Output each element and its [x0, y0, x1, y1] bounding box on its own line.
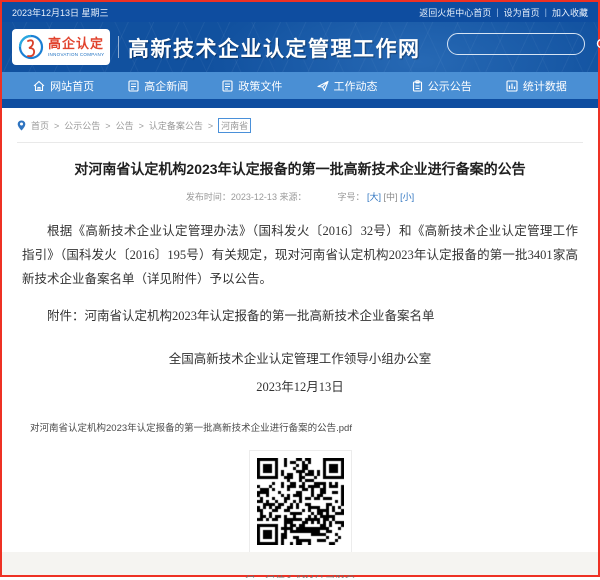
nav-item-policy[interactable]: 政策文件: [222, 78, 282, 94]
search-box: [447, 33, 585, 55]
breadcrumb: 首页 > 公示公告 > 公告 > 认定备案公告 > 河南省: [17, 118, 583, 133]
logo-text: 高企认定 INNOVATION COMPANY: [48, 37, 104, 56]
home-icon: [33, 80, 45, 92]
main-nav: 网站首页 高企新闻 政策文件 工作动态 公示公告 统计数据: [2, 72, 598, 99]
breadcrumb-separator: >: [208, 121, 213, 131]
issuing-office: 全国高新技术企业认定管理工作领导小组办公室: [2, 348, 598, 367]
article-meta: 发布时间：2023-12-13 来源： 字号： [大] [中] [小]: [2, 190, 598, 203]
breadcrumb-separator: >: [139, 121, 144, 131]
logo-icon: [17, 33, 45, 61]
publish-info: 发布时间：2023-12-13 来源：: [186, 192, 307, 202]
fontsize-label: 字号：: [337, 192, 364, 202]
separator: |: [496, 7, 498, 17]
send-icon: [317, 80, 329, 92]
fontsize-medium-button[interactable]: [中]: [384, 192, 398, 202]
breadcrumb-home[interactable]: 首页: [31, 119, 49, 132]
fontsize-small-button[interactable]: [小]: [400, 192, 414, 202]
document-icon: [222, 80, 233, 92]
attachment-line: 附件：河南省认定机构2023年认定报备的第一批高新技术企业备案名单: [22, 305, 578, 324]
pdf-attachment-link[interactable]: 对河南省认定机构2023年认定报备的第一批高新技术企业进行备案的公告.pdf: [30, 420, 598, 434]
qr-frame: [249, 450, 352, 558]
breadcrumb-separator: >: [105, 121, 110, 131]
set-homepage-link[interactable]: 设为首页: [504, 6, 540, 19]
header-bottom-strip: [2, 99, 598, 108]
logo-subtitle: INNOVATION COMPANY: [48, 52, 104, 57]
search-icon[interactable]: [596, 38, 600, 51]
clipboard-icon: [412, 80, 423, 92]
article-title: 对河南省认定机构2023年认定报备的第一批高新技术企业进行备案的公告: [32, 160, 568, 180]
utility-links: 返回火炬中心首页 | 设为首页 | 加入收藏: [419, 6, 588, 19]
nav-item-news[interactable]: 高企新闻: [128, 78, 188, 94]
breadcrumb-record-notice[interactable]: 认定备案公告: [149, 119, 203, 132]
nav-label: 高企新闻: [144, 78, 188, 94]
top-utility-bar: 2023年12月13日 星期三 返回火炬中心首页 | 设为首页 | 加入收藏: [2, 2, 598, 22]
nav-item-announcements[interactable]: 公示公告: [412, 78, 472, 94]
logo-title: 高企认定: [48, 37, 104, 51]
nav-item-statistics[interactable]: 统计数据: [506, 78, 567, 94]
breadcrumb-divider: [17, 142, 583, 143]
header-divider: [118, 36, 119, 58]
nav-item-home[interactable]: 网站首页: [33, 78, 94, 94]
separator: |: [545, 7, 547, 17]
breadcrumb-henan[interactable]: 河南省: [218, 118, 251, 133]
page-footer: [2, 552, 598, 575]
page: { "topbar": { "date": "2023年12月13日 星期三",…: [0, 0, 600, 577]
search-input[interactable]: [448, 34, 596, 54]
nav-label: 统计数据: [523, 78, 567, 94]
news-icon: [128, 80, 139, 92]
nav-label: 公示公告: [428, 78, 472, 94]
nav-item-updates[interactable]: 工作动态: [317, 78, 378, 94]
breadcrumb-separator: >: [54, 121, 59, 131]
chart-icon: [506, 80, 518, 92]
site-title: 高新技术企业认定管理工作网: [128, 33, 421, 63]
nav-label: 政策文件: [238, 78, 282, 94]
issue-date: 2023年12月13日: [2, 376, 598, 395]
nav-label: 网站首页: [50, 78, 94, 94]
current-date: 2023年12月13日 星期三: [12, 6, 109, 19]
torch-center-home-link[interactable]: 返回火炬中心首页: [419, 6, 491, 19]
site-header: 高企认定 INNOVATION COMPANY 高新技术企业认定管理工作网: [2, 22, 598, 72]
breadcrumb-notice[interactable]: 公告: [116, 119, 134, 132]
site-logo[interactable]: 高企认定 INNOVATION COMPANY: [12, 29, 110, 65]
breadcrumb-announcements[interactable]: 公示公告: [64, 119, 100, 132]
fontsize-large-button[interactable]: [大]: [367, 192, 381, 202]
nav-label: 工作动态: [334, 78, 378, 94]
article-body: 根据《高新技术企业认定管理办法》（国科发火〔2016〕32号）和《高新技术企业认…: [22, 219, 578, 292]
add-favorite-link[interactable]: 加入收藏: [552, 6, 588, 19]
qr-code: [257, 458, 344, 545]
location-pin-icon: [17, 120, 26, 131]
